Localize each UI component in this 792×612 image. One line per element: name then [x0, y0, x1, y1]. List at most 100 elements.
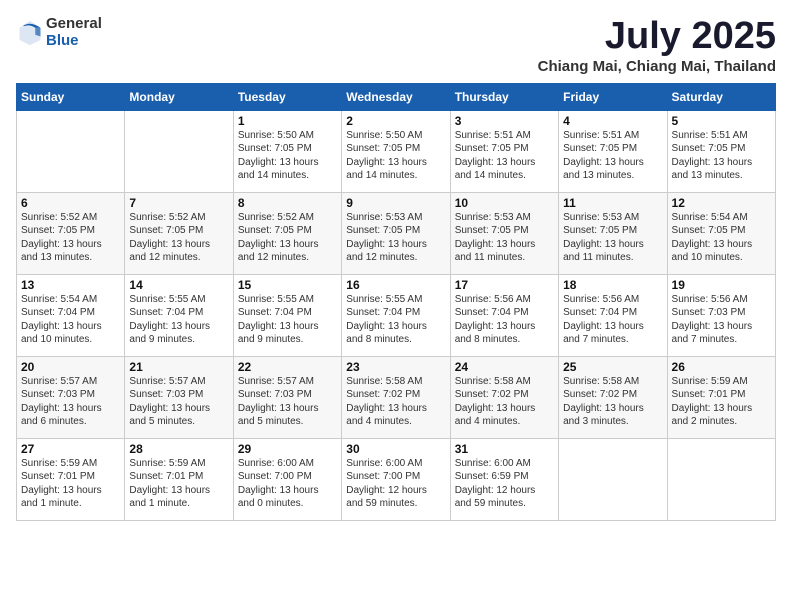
calendar-header-row: SundayMondayTuesdayWednesdayThursdayFrid… — [17, 83, 776, 110]
calendar-cell: 15Sunrise: 5:55 AM Sunset: 7:04 PM Dayli… — [233, 274, 341, 356]
calendar-cell: 23Sunrise: 5:58 AM Sunset: 7:02 PM Dayli… — [342, 356, 450, 438]
day-detail: Sunrise: 5:59 AM Sunset: 7:01 PM Dayligh… — [672, 375, 771, 429]
day-number: 23 — [346, 360, 445, 374]
day-detail: Sunrise: 5:53 AM Sunset: 7:05 PM Dayligh… — [563, 211, 662, 265]
day-detail: Sunrise: 5:57 AM Sunset: 7:03 PM Dayligh… — [21, 375, 120, 429]
calendar-cell — [559, 438, 667, 520]
day-number: 28 — [129, 442, 228, 456]
day-detail: Sunrise: 5:56 AM Sunset: 7:04 PM Dayligh… — [563, 293, 662, 347]
calendar-cell: 21Sunrise: 5:57 AM Sunset: 7:03 PM Dayli… — [125, 356, 233, 438]
day-detail: Sunrise: 5:50 AM Sunset: 7:05 PM Dayligh… — [346, 129, 445, 183]
page-header: General Blue July 2025 Chiang Mai, Chian… — [16, 16, 776, 75]
calendar-cell: 11Sunrise: 5:53 AM Sunset: 7:05 PM Dayli… — [559, 192, 667, 274]
day-detail: Sunrise: 5:52 AM Sunset: 7:05 PM Dayligh… — [238, 211, 337, 265]
calendar-cell: 25Sunrise: 5:58 AM Sunset: 7:02 PM Dayli… — [559, 356, 667, 438]
day-detail: Sunrise: 5:57 AM Sunset: 7:03 PM Dayligh… — [129, 375, 228, 429]
calendar-header-monday: Monday — [125, 83, 233, 110]
day-detail: Sunrise: 5:51 AM Sunset: 7:05 PM Dayligh… — [455, 129, 554, 183]
calendar-cell: 3Sunrise: 5:51 AM Sunset: 7:05 PM Daylig… — [450, 110, 558, 192]
calendar-cell: 5Sunrise: 5:51 AM Sunset: 7:05 PM Daylig… — [667, 110, 775, 192]
day-number: 4 — [563, 114, 662, 128]
calendar-cell — [17, 110, 125, 192]
calendar-header-sunday: Sunday — [17, 83, 125, 110]
day-number: 18 — [563, 278, 662, 292]
calendar-header-friday: Friday — [559, 83, 667, 110]
day-number: 8 — [238, 196, 337, 210]
day-detail: Sunrise: 5:58 AM Sunset: 7:02 PM Dayligh… — [346, 375, 445, 429]
calendar-cell: 8Sunrise: 5:52 AM Sunset: 7:05 PM Daylig… — [233, 192, 341, 274]
day-detail: Sunrise: 5:55 AM Sunset: 7:04 PM Dayligh… — [346, 293, 445, 347]
day-detail: Sunrise: 5:56 AM Sunset: 7:04 PM Dayligh… — [455, 293, 554, 347]
day-number: 24 — [455, 360, 554, 374]
calendar-week-row: 27Sunrise: 5:59 AM Sunset: 7:01 PM Dayli… — [17, 438, 776, 520]
day-detail: Sunrise: 6:00 AM Sunset: 6:59 PM Dayligh… — [455, 457, 554, 511]
logo-icon — [16, 19, 44, 47]
calendar-cell — [125, 110, 233, 192]
calendar-header-wednesday: Wednesday — [342, 83, 450, 110]
day-number: 19 — [672, 278, 771, 292]
calendar-cell: 14Sunrise: 5:55 AM Sunset: 7:04 PM Dayli… — [125, 274, 233, 356]
location-title: Chiang Mai, Chiang Mai, Thailand — [538, 58, 776, 75]
day-number: 10 — [455, 196, 554, 210]
day-number: 21 — [129, 360, 228, 374]
calendar-header-thursday: Thursday — [450, 83, 558, 110]
day-detail: Sunrise: 5:58 AM Sunset: 7:02 PM Dayligh… — [455, 375, 554, 429]
calendar-week-row: 20Sunrise: 5:57 AM Sunset: 7:03 PM Dayli… — [17, 356, 776, 438]
calendar-cell: 10Sunrise: 5:53 AM Sunset: 7:05 PM Dayli… — [450, 192, 558, 274]
day-number: 7 — [129, 196, 228, 210]
day-detail: Sunrise: 5:50 AM Sunset: 7:05 PM Dayligh… — [238, 129, 337, 183]
day-detail: Sunrise: 5:55 AM Sunset: 7:04 PM Dayligh… — [238, 293, 337, 347]
day-number: 12 — [672, 196, 771, 210]
calendar-cell: 19Sunrise: 5:56 AM Sunset: 7:03 PM Dayli… — [667, 274, 775, 356]
day-number: 22 — [238, 360, 337, 374]
day-number: 5 — [672, 114, 771, 128]
calendar-cell: 4Sunrise: 5:51 AM Sunset: 7:05 PM Daylig… — [559, 110, 667, 192]
day-detail: Sunrise: 5:54 AM Sunset: 7:04 PM Dayligh… — [21, 293, 120, 347]
day-detail: Sunrise: 5:52 AM Sunset: 7:05 PM Dayligh… — [21, 211, 120, 265]
logo-text: General Blue — [46, 16, 102, 49]
calendar-header-saturday: Saturday — [667, 83, 775, 110]
calendar-cell: 31Sunrise: 6:00 AM Sunset: 6:59 PM Dayli… — [450, 438, 558, 520]
month-title: July 2025 — [538, 16, 776, 58]
day-number: 11 — [563, 196, 662, 210]
day-detail: Sunrise: 5:52 AM Sunset: 7:05 PM Dayligh… — [129, 211, 228, 265]
day-number: 20 — [21, 360, 120, 374]
calendar-cell: 22Sunrise: 5:57 AM Sunset: 7:03 PM Dayli… — [233, 356, 341, 438]
day-number: 16 — [346, 278, 445, 292]
day-detail: Sunrise: 5:51 AM Sunset: 7:05 PM Dayligh… — [672, 129, 771, 183]
day-detail: Sunrise: 5:54 AM Sunset: 7:05 PM Dayligh… — [672, 211, 771, 265]
calendar-cell: 9Sunrise: 5:53 AM Sunset: 7:05 PM Daylig… — [342, 192, 450, 274]
calendar-cell: 2Sunrise: 5:50 AM Sunset: 7:05 PM Daylig… — [342, 110, 450, 192]
calendar-cell: 28Sunrise: 5:59 AM Sunset: 7:01 PM Dayli… — [125, 438, 233, 520]
calendar-cell: 1Sunrise: 5:50 AM Sunset: 7:05 PM Daylig… — [233, 110, 341, 192]
day-detail: Sunrise: 5:51 AM Sunset: 7:05 PM Dayligh… — [563, 129, 662, 183]
day-number: 1 — [238, 114, 337, 128]
calendar-header-tuesday: Tuesday — [233, 83, 341, 110]
calendar-cell: 16Sunrise: 5:55 AM Sunset: 7:04 PM Dayli… — [342, 274, 450, 356]
day-number: 27 — [21, 442, 120, 456]
day-number: 9 — [346, 196, 445, 210]
calendar-cell: 18Sunrise: 5:56 AM Sunset: 7:04 PM Dayli… — [559, 274, 667, 356]
title-area: July 2025 Chiang Mai, Chiang Mai, Thaila… — [538, 16, 776, 75]
calendar-cell — [667, 438, 775, 520]
day-detail: Sunrise: 5:57 AM Sunset: 7:03 PM Dayligh… — [238, 375, 337, 429]
calendar-cell: 24Sunrise: 5:58 AM Sunset: 7:02 PM Dayli… — [450, 356, 558, 438]
calendar-table: SundayMondayTuesdayWednesdayThursdayFrid… — [16, 83, 776, 521]
day-detail: Sunrise: 5:53 AM Sunset: 7:05 PM Dayligh… — [346, 211, 445, 265]
day-detail: Sunrise: 5:58 AM Sunset: 7:02 PM Dayligh… — [563, 375, 662, 429]
day-detail: Sunrise: 5:59 AM Sunset: 7:01 PM Dayligh… — [129, 457, 228, 511]
calendar-cell: 26Sunrise: 5:59 AM Sunset: 7:01 PM Dayli… — [667, 356, 775, 438]
day-detail: Sunrise: 5:59 AM Sunset: 7:01 PM Dayligh… — [21, 457, 120, 511]
calendar-cell: 30Sunrise: 6:00 AM Sunset: 7:00 PM Dayli… — [342, 438, 450, 520]
logo-general: General — [46, 16, 102, 33]
day-number: 31 — [455, 442, 554, 456]
calendar-cell: 20Sunrise: 5:57 AM Sunset: 7:03 PM Dayli… — [17, 356, 125, 438]
day-detail: Sunrise: 5:55 AM Sunset: 7:04 PM Dayligh… — [129, 293, 228, 347]
calendar-cell: 12Sunrise: 5:54 AM Sunset: 7:05 PM Dayli… — [667, 192, 775, 274]
calendar-cell: 27Sunrise: 5:59 AM Sunset: 7:01 PM Dayli… — [17, 438, 125, 520]
day-number: 6 — [21, 196, 120, 210]
calendar-week-row: 6Sunrise: 5:52 AM Sunset: 7:05 PM Daylig… — [17, 192, 776, 274]
calendar-cell: 7Sunrise: 5:52 AM Sunset: 7:05 PM Daylig… — [125, 192, 233, 274]
day-number: 17 — [455, 278, 554, 292]
day-number: 2 — [346, 114, 445, 128]
